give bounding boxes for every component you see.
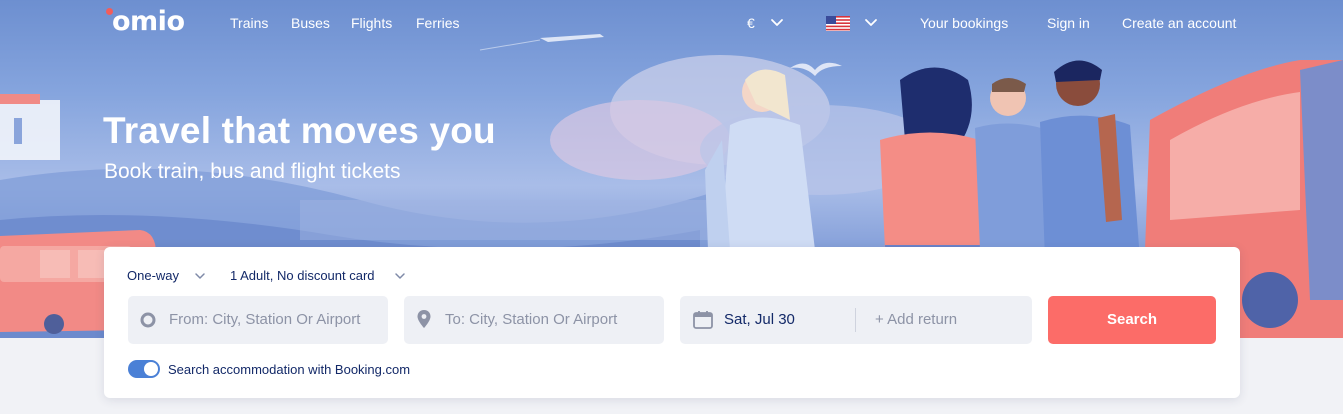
date-field[interactable]: Sat, Jul 30 + Add return xyxy=(680,296,1032,344)
to-input[interactable]: To: City, Station Or Airport xyxy=(404,296,664,344)
top-nav: omio Trains Buses Flights Ferries € Your… xyxy=(0,0,1343,46)
hero-title: Travel that moves you xyxy=(103,110,496,151)
omio-logo[interactable]: omio xyxy=(112,6,185,38)
chevron-down-icon[interactable] xyxy=(862,13,880,31)
search-card: One-way 1 Adult, No discount card From: … xyxy=(104,247,1240,398)
us-flag-icon[interactable] xyxy=(826,16,850,31)
your-bookings-link[interactable]: Your bookings xyxy=(920,15,1008,32)
passengers-select[interactable]: 1 Adult, No discount card xyxy=(230,268,375,284)
to-placeholder: To: City, Station Or Airport xyxy=(445,311,618,328)
booking-toggle[interactable] xyxy=(128,360,160,378)
toggle-knob xyxy=(144,362,158,376)
currency-selector[interactable]: € xyxy=(747,15,755,32)
nav-ferries[interactable]: Ferries xyxy=(416,15,460,32)
sign-in-link[interactable]: Sign in xyxy=(1047,15,1090,32)
chevron-down-icon[interactable] xyxy=(768,13,786,31)
nav-trains[interactable]: Trains xyxy=(230,15,268,32)
create-account-link[interactable]: Create an account xyxy=(1122,15,1236,32)
calendar-icon xyxy=(693,311,713,329)
location-pin-icon xyxy=(417,310,431,328)
chevron-down-icon[interactable] xyxy=(393,269,407,283)
origin-circle-icon xyxy=(140,312,156,328)
chevron-down-icon[interactable] xyxy=(193,269,207,283)
search-button[interactable]: Search xyxy=(1048,296,1216,344)
from-placeholder: From: City, Station Or Airport xyxy=(169,311,361,328)
booking-toggle-label[interactable]: Search accommodation with Booking.com xyxy=(168,362,410,378)
add-return-button[interactable]: + Add return xyxy=(875,311,957,329)
hero-subtitle: Book train, bus and flight tickets xyxy=(104,160,401,183)
departure-date[interactable]: Sat, Jul 30 xyxy=(724,311,795,329)
trip-type-select[interactable]: One-way xyxy=(127,268,179,284)
date-divider xyxy=(855,308,856,332)
nav-flights[interactable]: Flights xyxy=(351,15,392,32)
from-input[interactable]: From: City, Station Or Airport xyxy=(128,296,388,344)
nav-buses[interactable]: Buses xyxy=(291,15,330,32)
